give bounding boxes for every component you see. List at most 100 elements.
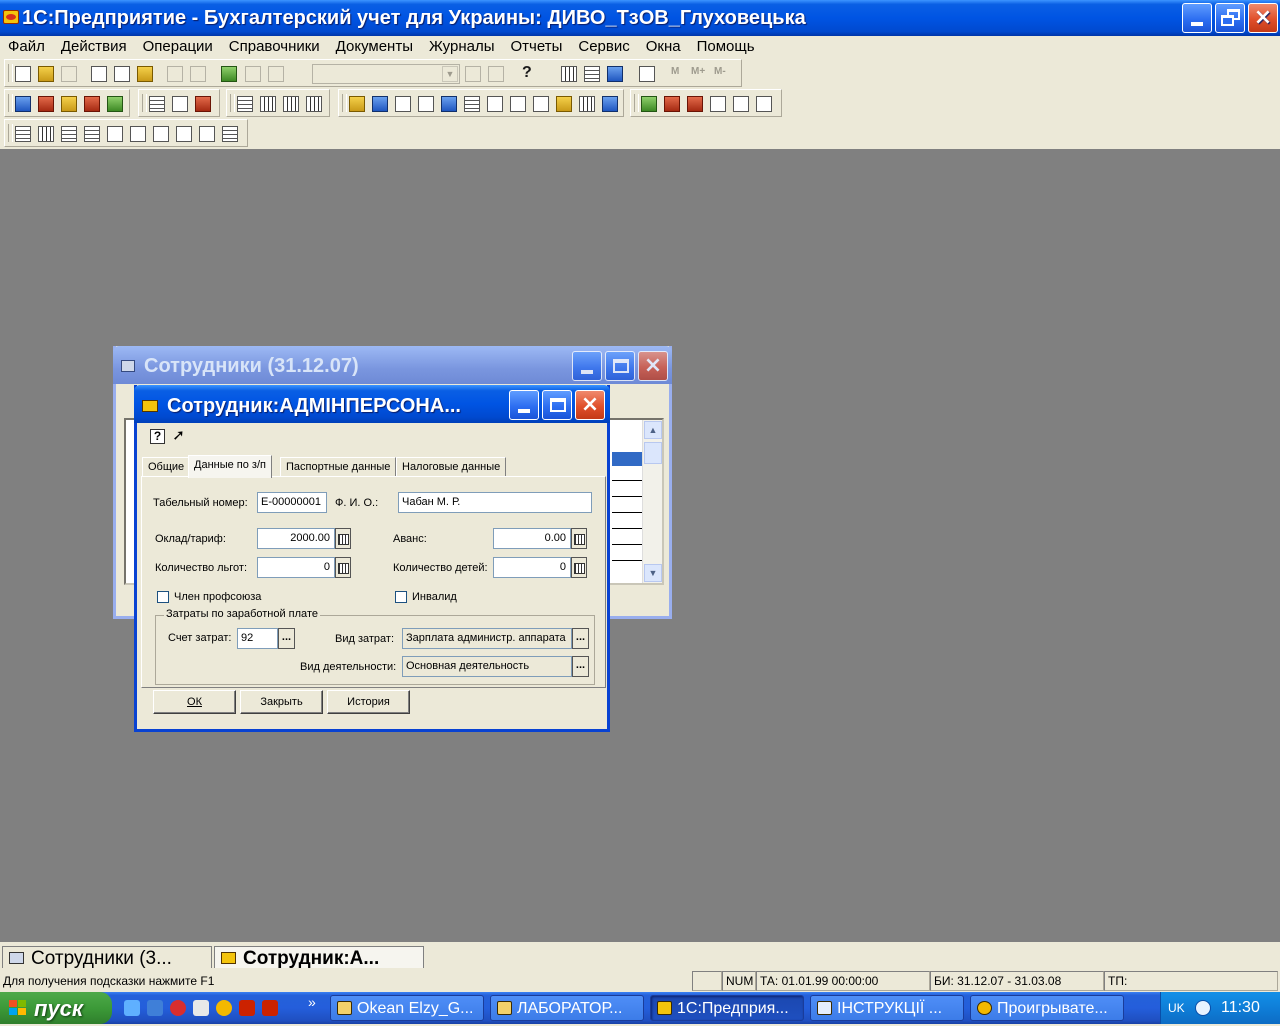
report-list-icon[interactable] — [237, 96, 253, 112]
advance-calculator-icon[interactable] — [571, 528, 587, 549]
whats-this-arrow-icon[interactable]: ➚ — [171, 428, 186, 444]
service-3-icon[interactable] — [687, 96, 703, 112]
activity-field[interactable]: Основная деятельность — [402, 656, 572, 677]
language-indicator[interactable]: UK — [1168, 992, 1185, 1024]
advance-field[interactable]: 0.00 — [493, 528, 571, 549]
children-calculator-icon[interactable] — [571, 557, 587, 578]
children-field[interactable]: 0 — [493, 557, 571, 578]
menu-windows[interactable]: Окна — [638, 36, 689, 58]
print-preview-icon[interactable] — [190, 66, 206, 82]
subconto-icon[interactable] — [38, 96, 54, 112]
list-maximize-button[interactable] — [605, 351, 635, 381]
constants-icon[interactable] — [107, 96, 123, 112]
analysis-report-icon[interactable] — [306, 96, 322, 112]
new-document-icon[interactable] — [15, 66, 31, 82]
employee-dialog[interactable]: Сотрудник:АДМІНПЕРСОНА... × ? ➚ Общие Да… — [134, 385, 610, 732]
form-2-icon[interactable] — [38, 126, 54, 142]
table-row[interactable] — [612, 560, 642, 561]
print-icon[interactable] — [167, 66, 183, 82]
list-minimize-button[interactable] — [572, 351, 602, 381]
help-icon[interactable]: ? — [150, 429, 165, 444]
form-10-icon[interactable] — [222, 126, 238, 142]
find-icon[interactable] — [465, 66, 481, 82]
scroll-thumb[interactable] — [644, 442, 662, 464]
tab-general[interactable]: Общие — [142, 457, 191, 477]
op-globe-icon[interactable] — [602, 96, 618, 112]
dialog-close-button[interactable]: × — [575, 390, 605, 420]
op-link-icon[interactable] — [487, 96, 503, 112]
form-9-icon[interactable] — [199, 126, 215, 142]
dm-icon[interactable] — [195, 96, 211, 112]
fio-field[interactable]: Чабан М. Р. — [398, 492, 592, 513]
form-5-icon[interactable] — [107, 126, 123, 142]
op-grid-icon[interactable] — [464, 96, 480, 112]
window-tab-employees-list[interactable]: Сотрудники (3... — [2, 946, 212, 968]
op-n-icon[interactable] — [510, 96, 526, 112]
form-3-icon[interactable] — [61, 126, 77, 142]
show-desktop-icon[interactable] — [193, 1000, 209, 1016]
calendar-icon[interactable] — [221, 66, 237, 82]
start-button[interactable]: пуск — [0, 992, 112, 1024]
menu-help[interactable]: Помощь — [689, 36, 763, 58]
menu-journals[interactable]: Журналы — [421, 36, 503, 58]
table-row[interactable] — [612, 528, 642, 529]
outlook-icon[interactable] — [147, 1000, 163, 1016]
menu-operations[interactable]: Операции — [135, 36, 221, 58]
journal-icon[interactable] — [149, 96, 165, 112]
service-4-icon[interactable] — [710, 96, 726, 112]
tab-passport-data[interactable]: Паспортные данные — [280, 457, 397, 477]
save-icon[interactable] — [61, 66, 77, 82]
cost-type-select-button[interactable]: ... — [572, 628, 589, 649]
table-row[interactable] — [612, 512, 642, 513]
op-plus-icon[interactable] — [395, 96, 411, 112]
activity-select-button[interactable]: ... — [572, 656, 589, 677]
app-1c-icon[interactable] — [3, 10, 19, 24]
menu-references[interactable]: Справочники — [221, 36, 328, 58]
form-7-icon[interactable] — [153, 126, 169, 142]
book-report-icon[interactable] — [283, 96, 299, 112]
op-equal-icon[interactable] — [441, 96, 457, 112]
currency-icon[interactable] — [61, 96, 77, 112]
union-member-checkbox[interactable] — [157, 591, 169, 603]
table-row[interactable] — [612, 544, 642, 545]
ie-icon[interactable] — [124, 1000, 140, 1016]
task-media-player[interactable]: Проигрывате... — [970, 995, 1124, 1021]
selected-row[interactable] — [612, 452, 642, 466]
close-button[interactable]: Закрыть — [240, 690, 323, 714]
window-tab-employee-dialog[interactable]: Сотрудник:А... — [214, 946, 424, 968]
benefits-calculator-icon[interactable] — [335, 557, 351, 578]
form-1-icon[interactable] — [15, 126, 31, 142]
main-minimize-button[interactable] — [1182, 3, 1212, 33]
cut-icon[interactable] — [91, 66, 107, 82]
dialog-maximize-button[interactable] — [542, 390, 572, 420]
form-8-icon[interactable] — [176, 126, 192, 142]
service-2-icon[interactable] — [664, 96, 680, 112]
task-okean-elzy[interactable]: Okean Elzy_G... — [330, 995, 484, 1021]
table-row[interactable] — [612, 496, 642, 497]
cost-account-field[interactable]: 92 — [237, 628, 278, 649]
list-scrollbar[interactable]: ▲ ▼ — [642, 420, 662, 583]
list-close-button[interactable]: × — [638, 351, 668, 381]
task-instructions[interactable]: ІНСТРУКЦІЇ ... — [810, 995, 964, 1021]
memory-m-button[interactable]: M — [671, 66, 679, 77]
form-4-icon[interactable] — [84, 126, 100, 142]
copy-icon[interactable] — [114, 66, 130, 82]
benefits-field[interactable]: 0 — [257, 557, 335, 578]
form-6-icon[interactable] — [130, 126, 146, 142]
table-icon[interactable] — [584, 66, 600, 82]
ok-button[interactable]: ОК — [153, 690, 236, 714]
op-bank-icon[interactable] — [579, 96, 595, 112]
memory-plus-button[interactable]: M+ — [691, 66, 705, 77]
app-08-icon[interactable] — [239, 1000, 255, 1016]
op-minus-icon[interactable] — [418, 96, 434, 112]
app-08b-icon[interactable] — [262, 1000, 278, 1016]
firms-icon[interactable] — [84, 96, 100, 112]
service-6-icon[interactable] — [756, 96, 772, 112]
help-icon[interactable]: ? — [522, 64, 532, 82]
salary-calculator-icon[interactable] — [335, 528, 351, 549]
task-1c-enterprise[interactable]: 1С:Предприя... — [650, 995, 804, 1021]
menu-service[interactable]: Сервис — [570, 36, 637, 58]
cost-account-select-button[interactable]: ... — [278, 628, 295, 649]
scroll-up-icon[interactable]: ▲ — [644, 421, 662, 439]
chevron-down-icon[interactable]: ▼ — [442, 66, 458, 82]
